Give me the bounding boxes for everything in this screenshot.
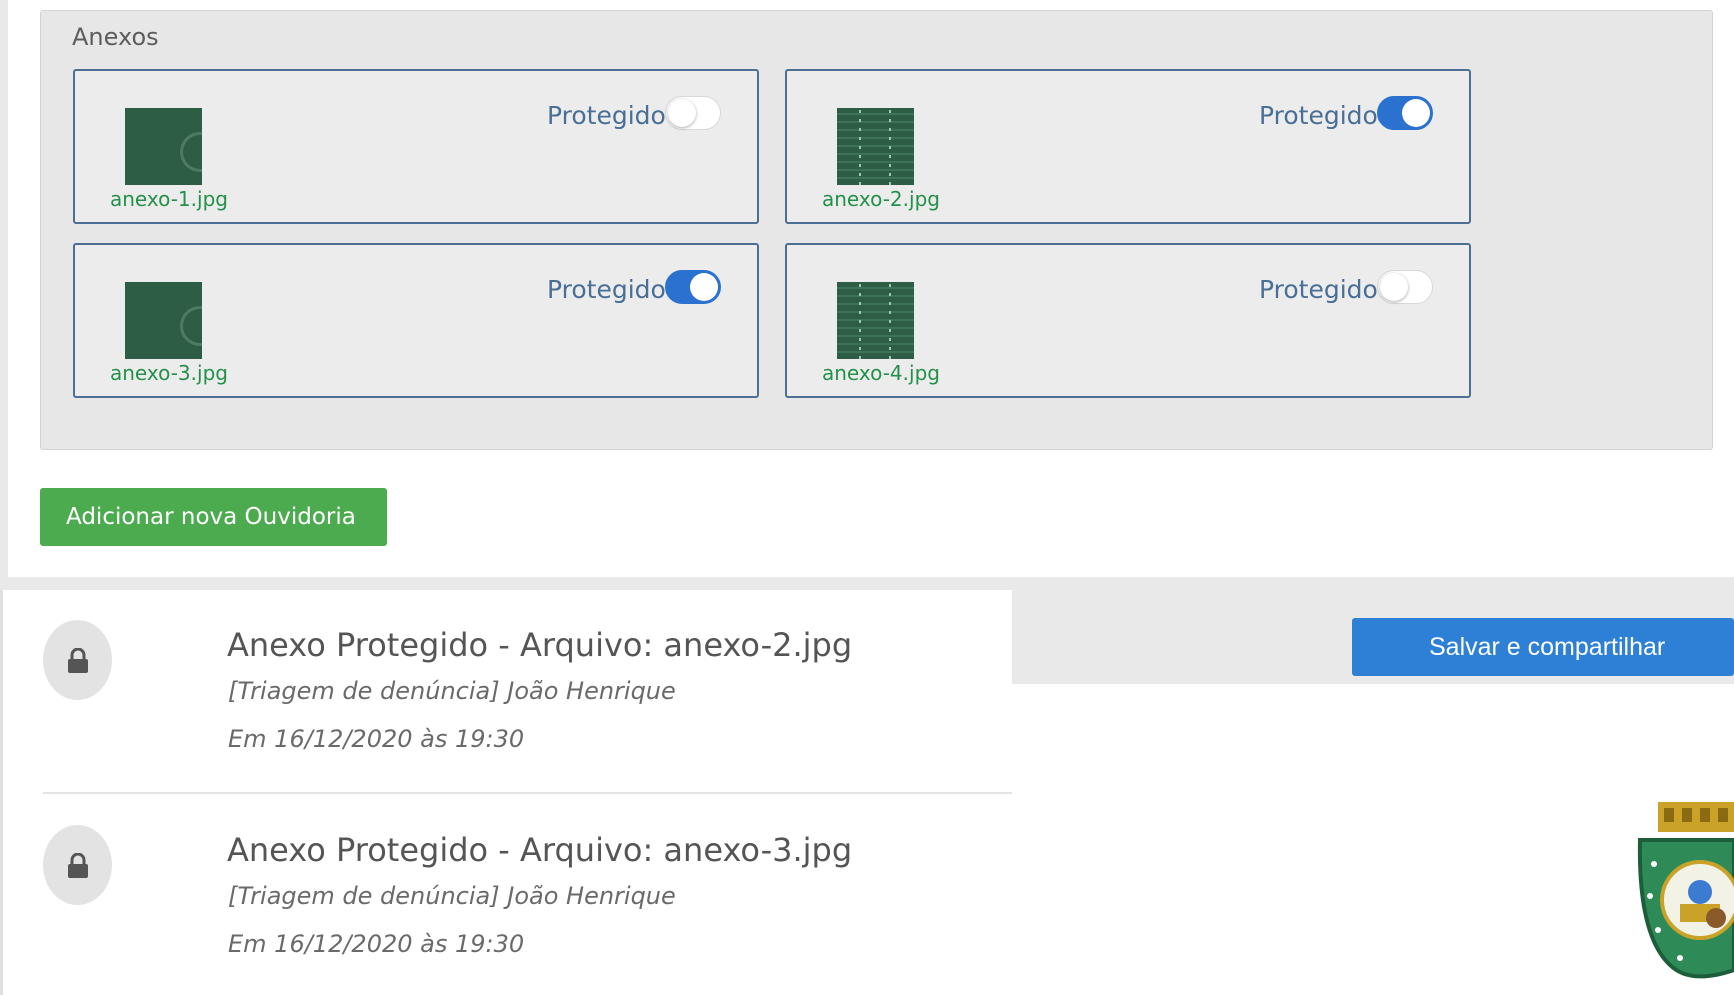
history-item-author: [Triagem de denúncia] João Henrique bbox=[228, 677, 676, 705]
history-item-date: Em 16/12/2020 às 19:30 bbox=[228, 725, 525, 753]
add-ouvidoria-button[interactable]: Adicionar nova Ouvidoria bbox=[40, 488, 387, 546]
save-and-share-button[interactable]: Salvar e compartilhar bbox=[1352, 618, 1734, 676]
attachments-section-title: Anexos bbox=[72, 23, 159, 51]
image-thumbnail-icon[interactable] bbox=[837, 108, 914, 185]
lock-glyph bbox=[68, 853, 88, 878]
lock-glyph bbox=[68, 648, 88, 673]
protected-label: Protegido bbox=[547, 101, 666, 130]
protected-label: Protegido bbox=[547, 275, 666, 304]
lock-icon bbox=[43, 620, 112, 700]
activity-history: Anexo Protegido - Arquivo: anexo-2.jpg [… bbox=[0, 590, 1015, 995]
protected-label: Protegido bbox=[1259, 275, 1378, 304]
image-thumbnail-icon[interactable] bbox=[837, 282, 914, 359]
attachment-filename[interactable]: anexo-2.jpg bbox=[822, 187, 940, 211]
history-item: Anexo Protegido - Arquivo: anexo-2.jpg [… bbox=[3, 590, 1015, 794]
attachment-card-1: anexo-1.jpg Protegido bbox=[73, 69, 759, 224]
toggle-knob bbox=[690, 273, 718, 301]
protected-label: Protegido bbox=[1259, 101, 1378, 130]
attachment-card-2: anexo-2.jpg Protegido bbox=[785, 69, 1471, 224]
lock-icon bbox=[43, 825, 112, 905]
history-item: Anexo Protegido - Arquivo: anexo-3.jpg [… bbox=[3, 795, 1015, 995]
image-thumbnail-icon[interactable] bbox=[125, 108, 202, 185]
toggle-knob bbox=[668, 99, 696, 127]
history-item-date: Em 16/12/2020 às 19:30 bbox=[228, 930, 525, 958]
history-item-author: [Triagem de denúncia] João Henrique bbox=[228, 882, 676, 910]
history-item-title: Anexo Protegido - Arquivo: anexo-3.jpg bbox=[227, 831, 853, 869]
attachment-filename[interactable]: anexo-3.jpg bbox=[110, 361, 228, 385]
protected-toggle[interactable] bbox=[1377, 270, 1433, 304]
attachment-filename[interactable]: anexo-1.jpg bbox=[110, 187, 228, 211]
state-emblem-logo bbox=[1637, 802, 1734, 979]
form-panel: Anexos anexo-1.jpg Protegido anexo-2.jpg… bbox=[8, 0, 1734, 577]
protected-toggle[interactable] bbox=[665, 96, 721, 130]
attachment-card-4: anexo-4.jpg Protegido bbox=[785, 243, 1471, 398]
attachments-section: Anexos anexo-1.jpg Protegido anexo-2.jpg… bbox=[40, 10, 1713, 450]
attachment-card-3: anexo-3.jpg Protegido bbox=[73, 243, 759, 398]
history-item-title: Anexo Protegido - Arquivo: anexo-2.jpg bbox=[227, 626, 853, 664]
toggle-knob bbox=[1402, 99, 1430, 127]
protected-toggle[interactable] bbox=[1377, 96, 1433, 130]
attachment-filename[interactable]: anexo-4.jpg bbox=[822, 361, 940, 385]
image-thumbnail-icon[interactable] bbox=[125, 282, 202, 359]
toggle-knob bbox=[1380, 273, 1408, 301]
divider bbox=[43, 792, 1015, 794]
protected-toggle[interactable] bbox=[665, 270, 721, 304]
footer-area bbox=[1012, 684, 1734, 995]
